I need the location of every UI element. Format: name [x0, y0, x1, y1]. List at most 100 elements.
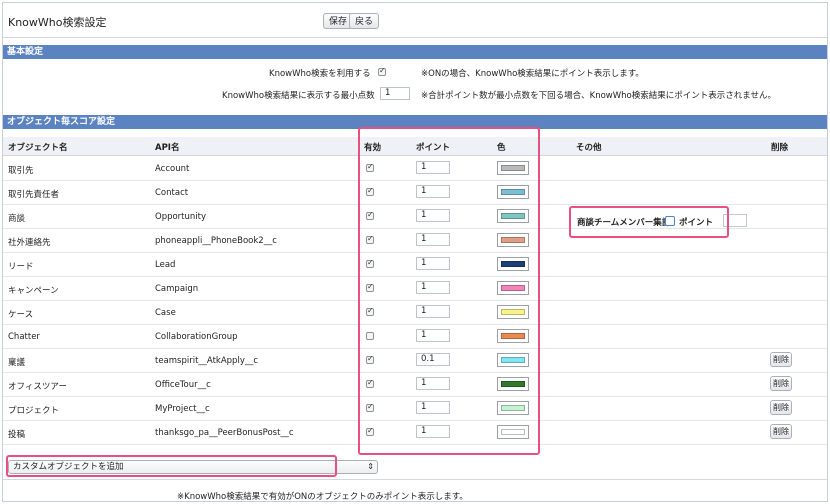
select-arrow-icon: ⇕	[367, 462, 374, 471]
api-name: OfficeTour__c	[155, 380, 211, 390]
enabled-checkbox[interactable]	[366, 258, 374, 268]
color-swatch	[501, 237, 525, 243]
enabled-checkbox[interactable]	[366, 378, 374, 388]
min-points-label: KnowWho検索結果に表示する最小点数	[222, 91, 375, 101]
enabled-checkbox[interactable]	[366, 306, 374, 316]
page-header: KnowWho検索設定 保存 戻る	[3, 3, 827, 38]
api-name: Campaign	[155, 284, 199, 294]
color-swatch	[501, 357, 525, 363]
page-title: KnowWho検索設定	[8, 16, 107, 29]
color-swatch	[501, 213, 525, 219]
object-name: 取引先責任者	[8, 190, 60, 200]
color-swatch	[501, 381, 525, 387]
color-swatch	[501, 309, 525, 315]
color-swatch	[501, 333, 525, 339]
api-name: thanksgo_pa__PeerBonusPost__c	[155, 428, 294, 438]
color-picker[interactable]	[497, 281, 529, 295]
api-name: Contact	[155, 188, 189, 198]
object-name: 稟議	[8, 358, 26, 368]
table-row: ケース Case 1	[3, 300, 827, 325]
opportunity-team-checkbox[interactable]	[665, 216, 675, 226]
points-input[interactable]: 1	[416, 401, 450, 414]
points-input[interactable]: 1	[416, 185, 450, 198]
table-row: 社外連絡先 phoneappli__PhoneBook2__c 1	[3, 228, 827, 253]
footer: ※KnowWho検索結果で有効がONのオブジェクトのみポイント表示します。	[3, 479, 827, 502]
enabled-checkbox[interactable]	[366, 282, 374, 292]
delete-button[interactable]: 削除	[770, 376, 792, 391]
col-api-name: API名	[155, 143, 180, 153]
api-name: CollaborationGroup	[155, 332, 238, 342]
enabled-checkbox[interactable]	[366, 186, 374, 196]
points-input[interactable]: 1	[416, 233, 450, 246]
points-input[interactable]: 1	[416, 305, 450, 318]
col-points: ポイント	[416, 143, 451, 153]
api-name: Account	[155, 164, 190, 174]
opportunity-team-points-label: ポイント	[679, 218, 714, 228]
color-picker[interactable]	[497, 425, 529, 439]
add-custom-object-select[interactable]: カスタムオブジェクトを追加 ⇕	[8, 460, 378, 474]
points-input[interactable]: 1	[416, 377, 450, 390]
points-input[interactable]: 1	[416, 257, 450, 270]
color-picker[interactable]	[497, 329, 529, 343]
color-picker[interactable]	[497, 185, 529, 199]
opportunity-team-label: 商談チームメンバー集計	[577, 218, 671, 228]
min-points-input[interactable]: 1	[380, 87, 410, 100]
back-button[interactable]: 戻る	[349, 13, 380, 29]
object-name: 社外連絡先	[8, 238, 51, 248]
delete-button[interactable]: 削除	[770, 352, 792, 367]
object-name: ケース	[8, 310, 34, 320]
settings-panel: KnowWho検索設定 保存 戻る 基本設定 KnowWho検索を利用する ※O…	[2, 2, 828, 502]
object-name: 取引先	[8, 166, 34, 176]
color-picker[interactable]	[497, 353, 529, 367]
table-row: Chatter CollaborationGroup 1	[3, 324, 827, 349]
points-input[interactable]: 1	[416, 281, 450, 294]
table-row: 取引先責任者 Contact 1	[3, 180, 827, 205]
color-swatch	[501, 405, 525, 411]
object-score-header: オブジェクト毎スコア設定	[3, 115, 827, 129]
enabled-checkbox[interactable]	[366, 210, 374, 220]
color-picker[interactable]	[497, 377, 529, 391]
use-knowwho-note: ※ONの場合、KnowWho検索結果にポイント表示します。	[421, 69, 644, 79]
color-swatch	[501, 261, 525, 267]
enabled-checkbox[interactable]	[366, 402, 374, 412]
points-input[interactable]: 1	[416, 425, 450, 438]
add-custom-object-label: カスタムオブジェクトを追加	[13, 462, 124, 472]
api-name: teamspirit__AtkApply__c	[155, 356, 259, 366]
object-name: プロジェクト	[8, 406, 60, 416]
points-input[interactable]: 0.1	[416, 353, 450, 366]
color-picker[interactable]	[497, 209, 529, 223]
col-object-name: オブジェクト名	[8, 143, 68, 153]
min-points-note: ※合計ポイント数が最小点数を下回る場合、KnowWho検索結果にポイント表示され…	[421, 91, 776, 101]
object-name: オフィスツアー	[8, 382, 67, 392]
col-color: 色	[497, 143, 506, 153]
color-picker[interactable]	[497, 257, 529, 271]
table-row: プロジェクト MyProject__c 1 削除	[3, 396, 827, 421]
color-swatch	[501, 429, 525, 435]
use-knowwho-label: KnowWho検索を利用する	[269, 69, 371, 79]
points-input[interactable]: 1	[416, 209, 450, 222]
color-swatch	[501, 165, 525, 171]
delete-button[interactable]: 削除	[770, 400, 792, 415]
table-row: 稟議 teamspirit__AtkApply__c 0.1 削除	[3, 348, 827, 373]
enabled-checkbox[interactable]	[366, 162, 374, 172]
enabled-checkbox[interactable]	[366, 426, 374, 436]
object-name: Chatter	[8, 332, 40, 342]
api-name: phoneappli__PhoneBook2__c	[155, 236, 277, 246]
points-input[interactable]: 1	[416, 329, 450, 342]
api-name: Case	[155, 308, 176, 318]
color-picker[interactable]	[497, 161, 529, 175]
api-name: MyProject__c	[155, 404, 210, 414]
opportunity-team-points-input[interactable]	[723, 214, 747, 227]
api-name: Opportunity	[155, 212, 207, 222]
enabled-checkbox[interactable]	[366, 354, 374, 364]
color-picker[interactable]	[497, 233, 529, 247]
enabled-checkbox[interactable]	[366, 332, 374, 340]
delete-button[interactable]: 削除	[770, 424, 792, 439]
table-row: リード Lead 1	[3, 252, 827, 277]
points-input[interactable]: 1	[416, 161, 450, 174]
use-knowwho-checkbox[interactable]	[378, 66, 386, 76]
enabled-checkbox[interactable]	[366, 234, 374, 244]
color-picker[interactable]	[497, 305, 529, 319]
object-name: 投稿	[8, 430, 26, 440]
color-picker[interactable]	[497, 401, 529, 415]
